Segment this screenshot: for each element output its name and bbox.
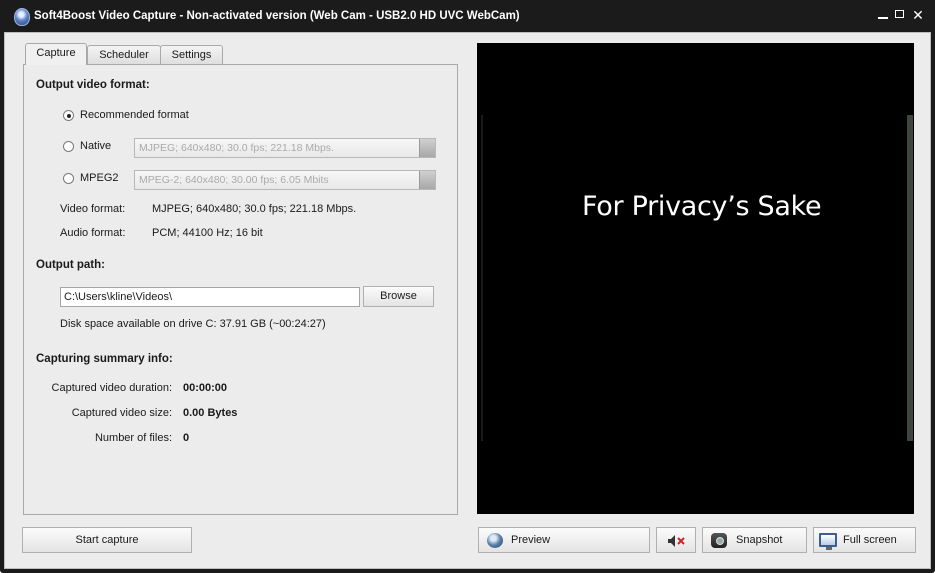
- output-format-title: Output video format:: [36, 79, 150, 91]
- chevron-down-icon[interactable]: [419, 171, 435, 189]
- size-value: 0.00 Bytes: [183, 407, 238, 419]
- close-icon: ✕: [912, 7, 924, 23]
- native-format-select[interactable]: MJPEG; 640x480; 30.0 fps; 221.18 Mbps.: [134, 138, 436, 158]
- full-screen-label: Full screen: [843, 534, 897, 546]
- files-value: 0: [183, 432, 190, 444]
- native-format-value: MJPEG; 640x480; 30.0 fps; 221.18 Mbps.: [139, 142, 334, 154]
- window-title: Soft4Boost Video Capture - Non-activated…: [34, 10, 520, 22]
- mpeg2-label[interactable]: MPEG2: [80, 172, 119, 184]
- size-label: Captured video size:: [71, 407, 172, 419]
- capture-panel: Output video format: Recommended format …: [23, 64, 458, 515]
- start-capture-button[interactable]: Start capture: [22, 527, 192, 553]
- tab-settings[interactable]: Settings: [160, 45, 223, 64]
- camera-icon: [711, 533, 727, 548]
- audio-format-value: PCM; 44100 Hz; 16 bit: [152, 227, 263, 239]
- tab-scheduler[interactable]: Scheduler: [87, 45, 161, 64]
- mute-button[interactable]: [656, 527, 696, 553]
- files-label: Number of files:: [94, 432, 172, 444]
- webcam-globe-icon: [487, 533, 503, 548]
- privacy-overlay-text: For Privacy’s Sake: [582, 191, 822, 222]
- mpeg2-format-value: MPEG-2; 640x480; 30.00 fps; 6.05 Mbits: [139, 174, 329, 186]
- minimize-button[interactable]: [876, 8, 890, 22]
- video-preview: For Privacy’s Sake: [477, 43, 914, 514]
- speaker-mute-icon: [668, 535, 685, 547]
- close-button[interactable]: ✕: [911, 8, 925, 22]
- chevron-down-icon[interactable]: [419, 139, 435, 157]
- recommended-format-radio[interactable]: [63, 110, 74, 121]
- mpeg2-radio[interactable]: [63, 173, 74, 184]
- native-radio[interactable]: [63, 141, 74, 152]
- output-path-title: Output path:: [36, 259, 105, 271]
- minimize-icon: [878, 17, 888, 19]
- preview-edge-right: [907, 115, 913, 441]
- tab-capture[interactable]: Capture: [25, 43, 87, 65]
- app-window: Soft4Boost Video Capture - Non-activated…: [0, 0, 935, 573]
- duration-label: Captured video duration:: [51, 382, 172, 394]
- video-format-value: MJPEG; 640x480; 30.0 fps; 221.18 Mbps.: [152, 203, 357, 215]
- full-screen-button[interactable]: Full screen: [813, 527, 916, 553]
- duration-value: 00:00:00: [183, 382, 228, 394]
- monitor-icon: [819, 533, 837, 550]
- maximize-icon: [895, 10, 904, 18]
- mpeg2-format-select[interactable]: MPEG-2; 640x480; 30.00 fps; 6.05 Mbits: [134, 170, 436, 190]
- recommended-format-label[interactable]: Recommended format: [80, 109, 189, 121]
- video-format-label: Video format:: [60, 203, 126, 215]
- snapshot-label: Snapshot: [736, 534, 783, 546]
- maximize-button[interactable]: [893, 8, 907, 22]
- audio-format-label: Audio format:: [60, 227, 126, 239]
- preview-button[interactable]: Preview: [478, 527, 650, 553]
- title-bar: Soft4Boost Video Capture - Non-activated…: [0, 0, 935, 32]
- preview-edge-left: [481, 115, 483, 441]
- native-label[interactable]: Native: [80, 140, 111, 152]
- app-icon: [14, 8, 30, 26]
- snapshot-button[interactable]: Snapshot: [702, 527, 807, 553]
- browse-button[interactable]: Browse: [363, 286, 434, 307]
- output-path-input[interactable]: C:\Users\kline\Videos\: [60, 287, 360, 307]
- main-area: Capture Scheduler Settings Output video …: [4, 32, 931, 569]
- summary-title: Capturing summary info:: [36, 353, 173, 365]
- preview-label: Preview: [511, 534, 551, 546]
- disk-space-text: Disk space available on drive C: 37.91 G…: [60, 318, 326, 330]
